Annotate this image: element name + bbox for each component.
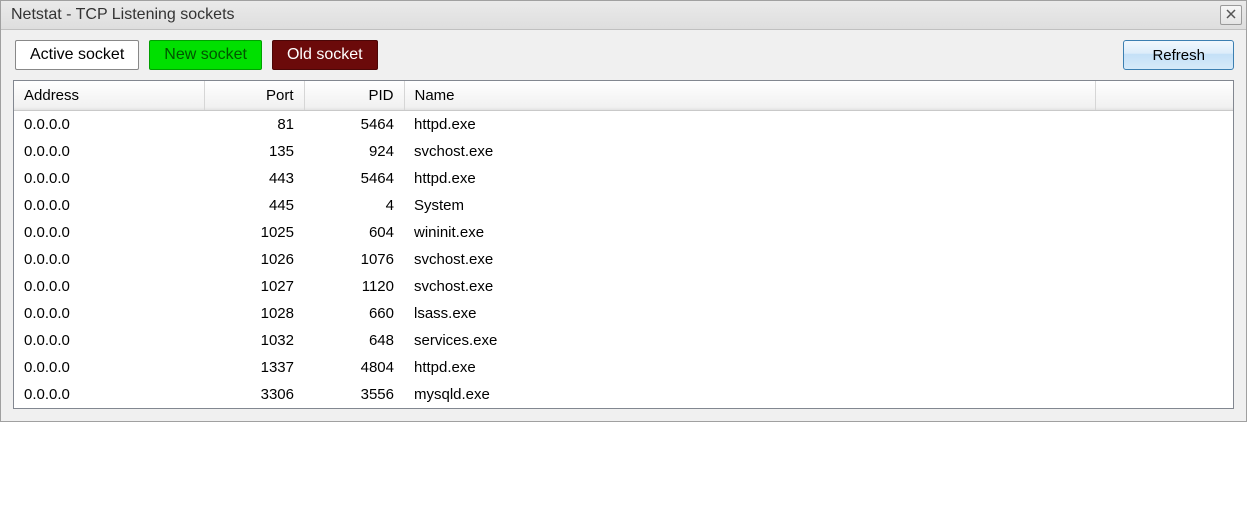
table-row[interactable]: 0.0.0.010261076svchost.exe [14,246,1233,273]
cell-pid: 4804 [304,354,404,381]
cell-address: 0.0.0.0 [14,300,204,327]
cell-address: 0.0.0.0 [14,111,204,139]
toolbar: Active socket New socket Old socket Refr… [1,30,1246,80]
cell-name: mysqld.exe [404,381,1096,408]
legend-new-label: New socket [164,46,247,64]
table-row[interactable]: 0.0.0.033063556mysqld.exe [14,381,1233,408]
cell-pid: 648 [304,327,404,354]
cell-port: 1025 [204,219,304,246]
column-header-port[interactable]: Port [204,81,304,111]
cell-address: 0.0.0.0 [14,354,204,381]
cell-address: 0.0.0.0 [14,273,204,300]
cell-name: httpd.exe [404,354,1096,381]
column-header-address[interactable]: Address [14,81,204,111]
legend-old-label: Old socket [287,46,363,64]
cell-port: 81 [204,111,304,139]
legend-new-socket: New socket [149,40,262,70]
cell-empty [1096,138,1233,165]
close-button[interactable] [1220,5,1242,25]
cell-address: 0.0.0.0 [14,327,204,354]
cell-name: services.exe [404,327,1096,354]
cell-address: 0.0.0.0 [14,138,204,165]
refresh-button[interactable]: Refresh [1123,40,1234,70]
cell-port: 3306 [204,381,304,408]
cell-name: svchost.exe [404,246,1096,273]
cell-empty [1096,219,1233,246]
cell-empty [1096,381,1233,408]
title-bar: Netstat - TCP Listening sockets [1,1,1246,30]
cell-port: 1337 [204,354,304,381]
cell-port: 443 [204,165,304,192]
cell-empty [1096,192,1233,219]
cell-pid: 1120 [304,273,404,300]
cell-name: httpd.exe [404,111,1096,139]
cell-port: 1028 [204,300,304,327]
cell-empty [1096,300,1233,327]
cell-port: 1032 [204,327,304,354]
cell-empty [1096,273,1233,300]
cell-empty [1096,165,1233,192]
window-title: Netstat - TCP Listening sockets [11,6,235,24]
cell-address: 0.0.0.0 [14,381,204,408]
refresh-label: Refresh [1152,47,1205,64]
cell-name: wininit.exe [404,219,1096,246]
table-body: 0.0.0.0815464httpd.exe0.0.0.0135924svcho… [14,111,1233,409]
table-row[interactable]: 0.0.0.0815464httpd.exe [14,111,1233,139]
table-row[interactable]: 0.0.0.010271120svchost.exe [14,273,1233,300]
cell-pid: 924 [304,138,404,165]
close-icon [1226,9,1236,22]
cell-name: lsass.exe [404,300,1096,327]
table-row[interactable]: 0.0.0.0135924svchost.exe [14,138,1233,165]
table-row[interactable]: 0.0.0.013374804httpd.exe [14,354,1233,381]
legend-active-label: Active socket [30,46,124,64]
column-header-pid[interactable]: PID [304,81,404,111]
cell-name: svchost.exe [404,273,1096,300]
cell-empty [1096,354,1233,381]
table-row[interactable]: 0.0.0.01028660lsass.exe [14,300,1233,327]
table-row[interactable]: 0.0.0.04435464httpd.exe [14,165,1233,192]
sockets-table: Address Port PID Name 0.0.0.0815464httpd… [14,81,1233,408]
cell-empty [1096,327,1233,354]
cell-pid: 604 [304,219,404,246]
cell-port: 1027 [204,273,304,300]
cell-pid: 4 [304,192,404,219]
table-row[interactable]: 0.0.0.04454System [14,192,1233,219]
column-header-name[interactable]: Name [404,81,1096,111]
cell-pid: 660 [304,300,404,327]
table-row[interactable]: 0.0.0.01032648services.exe [14,327,1233,354]
cell-port: 1026 [204,246,304,273]
cell-address: 0.0.0.0 [14,219,204,246]
cell-name: svchost.exe [404,138,1096,165]
sockets-table-container: Address Port PID Name 0.0.0.0815464httpd… [13,80,1234,409]
cell-port: 445 [204,192,304,219]
cell-pid: 3556 [304,381,404,408]
cell-port: 135 [204,138,304,165]
cell-pid: 5464 [304,111,404,139]
cell-address: 0.0.0.0 [14,165,204,192]
column-header-empty[interactable] [1096,81,1233,111]
table-row[interactable]: 0.0.0.01025604wininit.exe [14,219,1233,246]
legend-old-socket: Old socket [272,40,378,70]
netstat-window: Netstat - TCP Listening sockets Active s… [0,0,1247,422]
legend-active-socket: Active socket [15,40,139,70]
cell-pid: 1076 [304,246,404,273]
cell-empty [1096,246,1233,273]
cell-name: httpd.exe [404,165,1096,192]
cell-empty [1096,111,1233,139]
cell-pid: 5464 [304,165,404,192]
cell-name: System [404,192,1096,219]
cell-address: 0.0.0.0 [14,192,204,219]
cell-address: 0.0.0.0 [14,246,204,273]
table-header-row: Address Port PID Name [14,81,1233,111]
